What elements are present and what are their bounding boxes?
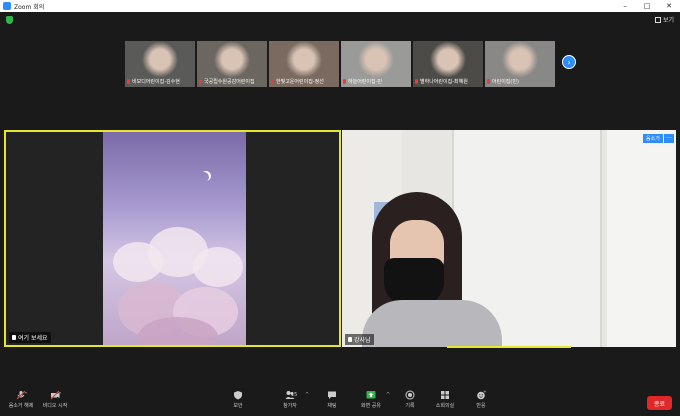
start-video-button[interactable]: ^ 비디오 시작 [40,390,70,409]
participant-name-tag: 별하나어린이집-최혜원 [415,78,481,85]
unmute-label: 음소거 해제 [8,403,34,409]
participant-name-tag: 하늘어린이집-민 [343,78,409,85]
wall [607,130,676,347]
share-screen-label: 화면 공유 [361,403,381,409]
more-options-button[interactable]: ··· [664,134,674,143]
muted-mic-icon: ^ [16,390,28,400]
window-title: Zoom 회의 [14,3,45,11]
start-video-label: 비디오 시작 [42,403,68,409]
chevron-up-icon[interactable]: ^ [58,392,62,398]
security-label: 보안 [233,403,243,409]
participants-label: 참가자 [283,403,297,409]
pin-icon [348,337,352,342]
zoom-app-icon [3,2,11,10]
main-video-name-tag: 여기 보세요 [9,332,51,343]
chevron-up-icon[interactable]: ^ [386,392,390,398]
participant-thumbnail[interactable]: 어린이집(민) [485,41,555,87]
chevron-right-icon: › [567,57,571,67]
person-shirt [362,300,502,347]
participant-strip: 비보디어린이집-김수현 국공립수원공감어린이집 한빛고운어린이집-정선 하늘어린이집-… [125,41,555,87]
shield-icon [233,390,243,400]
record-label: 기록 [405,403,415,409]
speaker-video-tile[interactable]: 강사님 [342,130,676,347]
meeting-top-bar: 보기 [0,12,680,30]
share-screen-icon [366,390,376,400]
muted-mic-icon [415,79,418,84]
participant-name: 한빛고운어린이집-정선 [276,79,324,85]
share-screen-button[interactable]: 화면 공유 [356,390,386,409]
minimize-icon[interactable]: – [614,0,636,12]
breakout-rooms-icon [440,390,450,400]
reaction-emoji-icon: + [476,389,487,400]
muted-mic-icon [199,79,202,84]
face-mask [384,258,444,306]
participant-thumbnail[interactable]: 비보디어린이집-김수현 [125,41,195,87]
participants-count: 15 [291,392,298,398]
participant-name-tag: 국공립수원공감어린이집 [199,78,265,85]
participant-name-tag: 어린이집(민) [487,78,553,85]
view-button-label: 보기 [662,17,674,24]
pin-icon [12,335,16,340]
muted-mic-icon [343,79,346,84]
participants-button[interactable]: 참가자 [275,390,305,409]
participant-thumbnail[interactable]: 국공립수원공감어린이집 [197,41,267,87]
main-video-tile[interactable]: 여기 보세요 [4,130,341,347]
main-video-name: 여기 보세요 [18,335,48,342]
next-page-button[interactable]: › [562,55,576,69]
reactions-label: 반응 [476,403,486,409]
chat-icon [327,390,337,400]
security-shield-icon[interactable] [6,16,13,24]
close-icon[interactable]: ✕ [658,0,680,12]
reactions-button[interactable]: + 반응 [466,389,496,409]
breakout-rooms-label: 소회의실 [435,403,455,409]
chat-button[interactable]: 채팅 [317,390,347,409]
participant-name-tag: 비보디어린이집-김수현 [127,78,193,85]
video-off-icon: ^ [50,390,62,400]
unmute-button[interactable]: ^ 음소거 해제 [6,390,36,409]
security-button[interactable]: 보안 [223,390,253,409]
speaker-name-tag: 강사님 [345,334,374,345]
participant-thumbnail[interactable]: 하늘어린이집-민 [341,41,411,87]
grid-view-icon [654,16,661,23]
cloud-shape [193,247,243,287]
participant-name: 별하나어린이집-최혜원 [420,79,468,85]
title-bar: Zoom 회의 – □ ✕ [0,0,680,12]
active-speaker-indicator [447,346,571,348]
breakout-rooms-button[interactable]: 소회의실 [430,390,460,409]
speaker-name: 강사님 [354,337,371,344]
mute-speaker-button[interactable]: 음소거 [643,134,663,143]
record-button[interactable]: 기록 [395,390,425,409]
chevron-up-icon[interactable]: ^ [305,392,309,398]
participant-name: 하늘어린이집-민 [348,79,383,85]
chat-label: 채팅 [327,403,337,409]
participant-name: 국공립수원공감어린이집 [204,79,255,85]
participant-name: 비보디어린이집-김수현 [132,79,180,85]
meeting-toolbar: ^ 음소거 해제 ^ 비디오 시작 보안 참가자 15 ^ 채팅 화면 공유 ^… [0,388,680,416]
svg-text:+: + [483,390,486,394]
participant-thumbnail[interactable]: 한빛고운어린이집-정선 [269,41,339,87]
muted-mic-icon [487,79,490,84]
participant-name-tag: 한빛고운어린이집-정선 [271,78,337,85]
maximize-icon[interactable]: □ [636,0,658,12]
participant-name: 어린이집(민) [492,79,519,85]
muted-mic-icon [271,79,274,84]
participant-thumbnail[interactable]: 별하나어린이집-최혜원 [413,41,483,87]
chevron-up-icon[interactable]: ^ [24,392,28,398]
moon-icon [199,172,209,182]
record-icon [405,390,415,400]
view-button[interactable]: 보기 [654,15,674,24]
muted-mic-icon [127,79,130,84]
end-meeting-button[interactable]: 종료 [647,396,672,410]
painting-image [103,132,246,345]
